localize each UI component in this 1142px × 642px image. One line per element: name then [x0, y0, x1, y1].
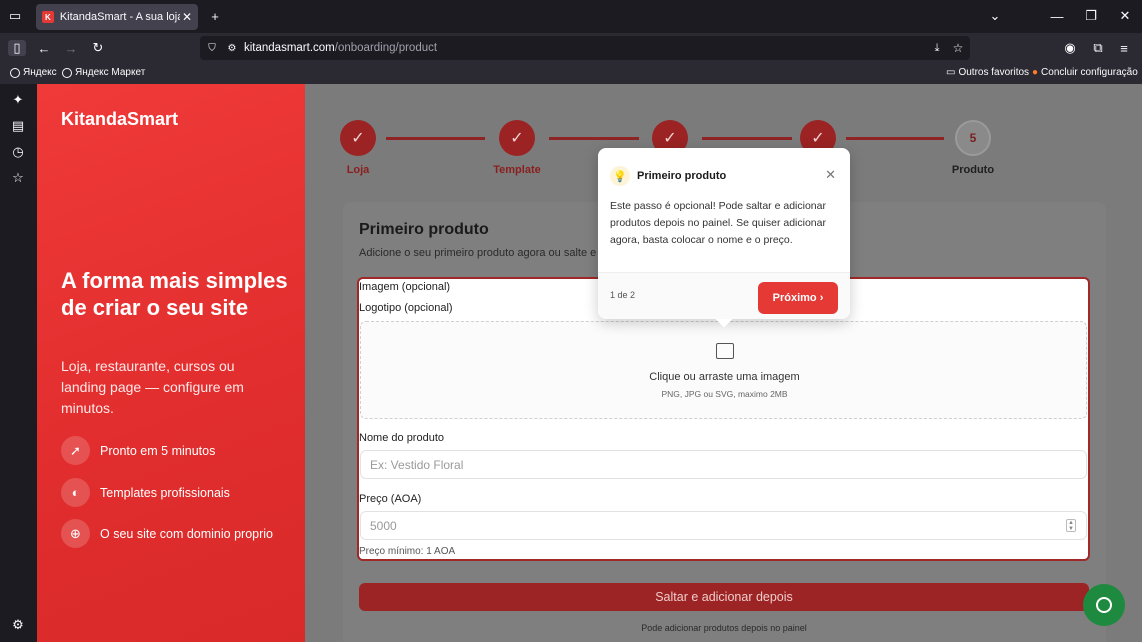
step-5-current: 5	[955, 120, 991, 156]
close-icon[interactable]: ✕	[825, 167, 836, 183]
history-icon[interactable]: ◷	[11, 144, 25, 159]
feature-item: ◐ Templates profissionais	[61, 478, 230, 507]
number-stepper-icon[interactable]: ▲ ▼	[1066, 519, 1076, 532]
folder-icon: ▭	[946, 67, 956, 78]
url-text: kitandasmart.com/onboarding/product	[244, 42, 438, 54]
sync-tabs-icon[interactable]: ▤	[11, 118, 25, 133]
step-label: Produto	[951, 164, 995, 176]
bookmark-other-favorites[interactable]: ▭ Outros favoritos	[946, 67, 1029, 78]
chevron-down-icon[interactable]: ⌄	[988, 8, 1002, 24]
popover-title: Primeiro produto	[637, 170, 727, 182]
bookmarks-bar: Яндекс Яндекс Маркет ▭ Outros favoritos ●…	[0, 63, 1142, 84]
bookmark-finish-setup[interactable]: ● Concluir configuração	[1032, 67, 1138, 78]
tour-popover: 💡 Primeiro produto ✕ Este passo é opcion…	[598, 148, 850, 328]
browser-tab-bar: ▭ K KitandaSmart - A sua loja online ✕ +…	[0, 0, 1142, 33]
menu-icon[interactable]: ≡	[1117, 40, 1131, 56]
url-bar[interactable]: ⛉ ⚙ kitandasmart.com/onboarding/product …	[200, 36, 970, 60]
step-label: Loja	[346, 164, 370, 176]
forward-icon[interactable]: →	[64, 40, 78, 56]
globe-icon	[62, 67, 72, 78]
price-label: Preço (AOA)	[359, 493, 422, 505]
tab-title: KitandaSmart - A sua loja online	[59, 11, 180, 23]
bookmark-yandex[interactable]: Яндекс	[10, 67, 57, 78]
step-connector	[702, 137, 792, 140]
feature-item: ⊕ O seu site com dominio proprio	[61, 519, 273, 548]
site-info-icon[interactable]: ⚙	[226, 41, 238, 55]
image-icon	[716, 343, 734, 359]
popover-body: Este passo é opcional! Pode saltar e adi…	[610, 200, 826, 246]
minimize-icon[interactable]: —	[1050, 8, 1064, 24]
settings-icon[interactable]: ⚙	[11, 617, 25, 632]
price-field-wrap: ▲▼	[359, 511, 1088, 540]
popover-counter: 1 de 2	[610, 290, 636, 300]
price-input[interactable]	[360, 511, 1087, 540]
close-tab-icon[interactable]: ✕	[182, 10, 192, 24]
rocket-icon: ➚	[61, 436, 90, 465]
form-description: Adicione o seu primeiro produto agora ou…	[359, 247, 597, 259]
feature-item: ➚ Pronto em 5 minutos	[61, 436, 215, 465]
image-dropzone[interactable]: Clique ou arraste uma imagem PNG, JPG ou…	[360, 321, 1087, 419]
sidebar-toggle-icon[interactable]: ▯	[8, 40, 26, 56]
chat-button[interactable]	[1083, 584, 1125, 626]
hero-title: A forma mais simples de criar o seu site	[61, 268, 288, 320]
dropzone-hint: PNG, JPG ou SVG, maximo 2MB	[661, 389, 788, 399]
firefox-icon: ●	[1032, 67, 1039, 78]
browser-nav-bar: ▯ ← → ↻ ⛉ ⚙ kitandasmart.com/onboarding/…	[0, 33, 1142, 63]
globe-icon	[10, 67, 20, 78]
skip-note: Pode adicionar produtos depois no painel	[641, 623, 807, 633]
price-hint: Preço mínimo: 1 AOA	[359, 546, 456, 557]
dropzone-text: Clique ou arraste uma imagem	[649, 371, 800, 383]
popover-footer: 1 de 2 Próximo ›	[598, 272, 850, 319]
form-title: Primeiro produto	[359, 221, 489, 238]
step-label: Template	[493, 164, 541, 176]
globe-icon: ⊕	[61, 519, 90, 548]
left-panel: KitandaSmart A forma mais simples de cri…	[37, 84, 305, 642]
chevron-right-icon: ›	[819, 292, 824, 304]
page: KitandaSmart A forma mais simples de cri…	[37, 84, 1142, 642]
bookmark-star-icon[interactable]: ☆	[951, 41, 965, 55]
reload-icon[interactable]: ↻	[91, 40, 105, 56]
new-tab-icon[interactable]: +	[208, 8, 222, 24]
browser-tab[interactable]: K KitandaSmart - A sua loja online ✕	[36, 4, 198, 30]
logo-label: Logotipo (opcional)	[359, 302, 453, 314]
brand-logo: KitandaSmart	[61, 109, 179, 129]
favicon-icon: K	[42, 11, 54, 23]
bookmarks-star-icon[interactable]: ☆	[11, 170, 25, 185]
ai-sparkle-icon[interactable]: ✦	[11, 92, 25, 107]
palette-icon: ◐	[61, 478, 90, 507]
hero-subtitle: Loja, restaurante, cursos ou landing pag…	[61, 358, 244, 416]
step-connector	[846, 137, 944, 140]
step-1-done: ✓	[340, 120, 376, 156]
image-label: Imagem (opcional)	[359, 281, 451, 293]
tab-overview-icon[interactable]: ▭	[8, 8, 22, 23]
shield-icon[interactable]: ⛉	[206, 41, 218, 55]
step-connector	[386, 137, 485, 140]
extensions-icon[interactable]: ⧉	[1091, 40, 1105, 56]
close-window-icon[interactable]: ✕	[1118, 8, 1132, 24]
browser-sidebar: ✦ ▤ ◷ ☆ ⚙	[0, 84, 37, 642]
bookmark-yandex-market[interactable]: Яндекс Маркет	[62, 67, 145, 78]
product-name-input[interactable]	[360, 450, 1087, 479]
save-page-icon[interactable]: ⤓	[930, 41, 944, 55]
step-2-done: ✓	[499, 120, 535, 156]
step-connector	[549, 137, 639, 140]
skip-button[interactable]: Saltar e adicionar depois	[359, 583, 1089, 611]
restore-icon[interactable]: ❐	[1084, 8, 1098, 24]
next-button[interactable]: Próximo ›	[758, 282, 838, 314]
chat-bubble-icon	[1096, 597, 1112, 613]
account-icon[interactable]: ◉	[1063, 40, 1077, 56]
lightbulb-icon: 💡	[610, 166, 630, 186]
back-icon[interactable]: ←	[37, 40, 51, 56]
name-label: Nome do produto	[359, 432, 444, 444]
